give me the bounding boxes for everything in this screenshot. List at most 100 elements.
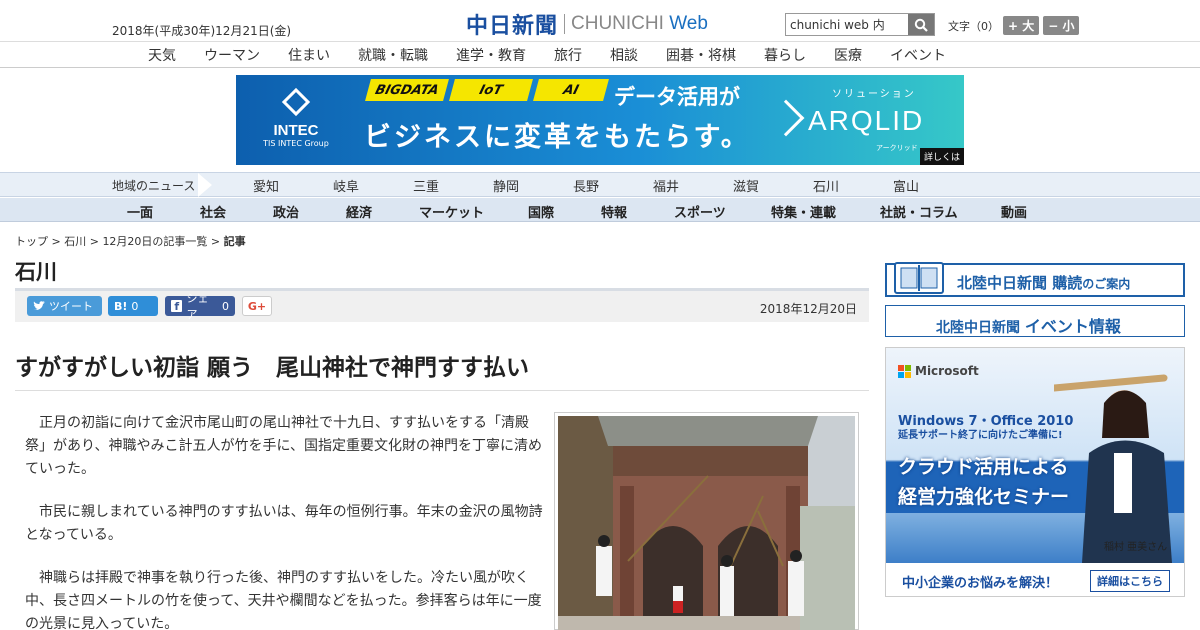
subscribe-suffix: のご案内 xyxy=(1082,277,1131,291)
breadcrumb-list[interactable]: 12月20日の記事一覧 xyxy=(102,235,207,248)
banner-product-kana: アークリッド xyxy=(876,144,918,152)
cat-editorial[interactable]: 社説・コラム xyxy=(880,202,958,221)
cat-politics[interactable]: 政治 xyxy=(273,202,299,221)
category-nav: 一面 社会 政治 経済 マーケット 国際 特報 スポーツ 特集・連載 社説・コラ… xyxy=(0,198,1200,222)
font-larger-button[interactable]: + 大 xyxy=(1003,16,1040,35)
cat-society[interactable]: 社会 xyxy=(200,202,226,221)
main-nav: 天気 ウーマン 住まい 就職・転職 進学・教育 旅行 相談 囲碁・将棋 暮らし … xyxy=(0,43,1200,68)
font-size-control: 文字（0） + 大 − 小 xyxy=(948,16,1080,35)
search-icon xyxy=(914,18,928,32)
banner-product: ARQLID xyxy=(808,105,925,136)
region-aichi[interactable]: 愛知 xyxy=(253,176,279,195)
tweet-button[interactable]: ツイート xyxy=(27,296,102,316)
top-banner-ad[interactable]: INTEC TIS INTEC Group BIGDATA IoT AI データ… xyxy=(236,75,964,165)
search-input[interactable] xyxy=(786,14,908,35)
breadcrumb: トップ > 石川 > 12月20日の記事一覧 > 記事 xyxy=(15,233,246,249)
nav-travel[interactable]: 旅行 xyxy=(554,45,582,65)
logo-chunichi: CHUNICHI xyxy=(571,13,664,34)
microsoft-squares-icon xyxy=(898,364,911,378)
nav-education[interactable]: 進学・教育 xyxy=(456,45,526,65)
region-mie[interactable]: 三重 xyxy=(413,176,439,195)
banner-chevron-icon xyxy=(767,99,805,137)
nav-go-shogi[interactable]: 囲碁・将棋 xyxy=(666,45,736,65)
breadcrumb-sep: > xyxy=(86,235,103,248)
breadcrumb-top[interactable]: トップ xyxy=(15,235,48,248)
ad-brand: Microsoft xyxy=(915,364,979,378)
cat-front[interactable]: 一面 xyxy=(127,202,153,221)
banner-tag-ai: AI xyxy=(533,79,609,101)
cat-economy[interactable]: 経済 xyxy=(346,202,372,221)
nav-weather[interactable]: 天気 xyxy=(148,45,176,65)
breadcrumb-section[interactable]: 石川 xyxy=(64,235,86,248)
search-button[interactable] xyxy=(908,14,934,35)
cat-market[interactable]: マーケット xyxy=(419,202,484,221)
banner-more-button[interactable]: 詳しくは xyxy=(919,148,964,165)
nav-woman[interactable]: ウーマン xyxy=(204,45,260,65)
subscribe-banner[interactable]: 北陸中日新聞 購読のご案内 xyxy=(885,262,1185,297)
region-shiga[interactable]: 滋賀 xyxy=(733,176,759,195)
ad-line2: 延長サポート終了に向けたご準備に! xyxy=(898,430,1063,441)
region-arrow-icon xyxy=(198,173,212,197)
ad-bottom-text: 中小企業のお悩みを解決！ xyxy=(902,576,1059,591)
logo-japanese: 中日新聞 xyxy=(466,13,559,39)
event-paper-name: 北陸中日新聞 xyxy=(936,320,1020,336)
facebook-icon: f xyxy=(171,300,183,313)
share-bar: ツイート B! 0 f シェア 0 G+ 2018年12月20日 xyxy=(15,288,869,322)
ad-more-button[interactable]: 詳細はこちら xyxy=(1090,570,1170,592)
page: 2018年(平成30年)12月21日(金) 中日新聞 CHUNICHI Web … xyxy=(0,0,1200,630)
site-logo[interactable]: 中日新聞 CHUNICHI Web xyxy=(466,8,708,40)
logo-english: CHUNICHI Web xyxy=(571,13,708,35)
article-paragraph: 正月の初詣に向けて金沢市尾山町の尾山神社で十九日、すす払いをする「清殿祭」があり… xyxy=(25,415,543,477)
banner-tag-bigdata: BIGDATA xyxy=(365,79,449,101)
subscribe-paper-name: 北陸中日新聞 xyxy=(957,274,1048,292)
font-smaller-button[interactable]: − 小 xyxy=(1043,16,1080,35)
site-search xyxy=(785,13,935,36)
microsoft-logo: Microsoft xyxy=(898,364,979,378)
hatena-icon: B! xyxy=(114,299,128,313)
region-nagano[interactable]: 長野 xyxy=(573,176,599,195)
ad-line3: クラウド活用による xyxy=(898,456,1069,478)
article-headline: すがすがしい初詣 願う 尾山神社で神門すす払い xyxy=(15,355,530,381)
article-date: 2018年12月20日 xyxy=(759,302,857,316)
banner-intec-logo: INTEC TIS INTEC Group xyxy=(236,75,356,165)
cat-special-report[interactable]: 特報 xyxy=(601,202,627,221)
google-plus-button[interactable]: G+ xyxy=(242,296,272,316)
nav-housing[interactable]: 住まい xyxy=(288,45,330,65)
twitter-bird-icon xyxy=(33,301,45,310)
cat-international[interactable]: 国際 xyxy=(528,202,554,221)
nav-event[interactable]: イベント xyxy=(890,45,946,65)
article-photo[interactable] xyxy=(554,412,859,630)
region-gifu[interactable]: 岐阜 xyxy=(333,176,359,195)
section-title: 石川 xyxy=(15,260,57,284)
article-paragraph: 市民に親しまれている神門のすす払いは、毎年の恒例行事。年末の金沢の風物詩となって… xyxy=(25,504,543,543)
banner-line2: ビジネスに変革をもたらす。 xyxy=(364,122,751,153)
shrine-gate-photo xyxy=(558,416,855,630)
hatena-bookmark-button[interactable]: B! 0 xyxy=(108,296,158,316)
region-ishikawa[interactable]: 石川 xyxy=(813,176,839,195)
cat-video[interactable]: 動画 xyxy=(1001,202,1027,221)
article-paragraph: 神職らは拝殿で神事を執り行った後、神門のすす払いをした。冷たい風が吹く中、長さ四… xyxy=(25,570,542,630)
site-header: 2018年(平成30年)12月21日(金) 中日新聞 CHUNICHI Web … xyxy=(0,0,1200,42)
banner-company: INTEC xyxy=(273,122,319,139)
region-fukui[interactable]: 福井 xyxy=(653,176,679,195)
logo-web: Web xyxy=(669,13,708,34)
banner-tag-iot: IoT xyxy=(449,79,533,101)
nav-consult[interactable]: 相談 xyxy=(610,45,638,65)
nav-jobs[interactable]: 就職・転職 xyxy=(358,45,428,65)
event-info-banner[interactable]: 北陸中日新聞 イベント情報 xyxy=(885,305,1185,337)
banner-line1: データ活用が xyxy=(614,85,740,109)
region-shizuoka[interactable]: 静岡 xyxy=(493,176,519,195)
intec-diamond-icon xyxy=(281,87,311,117)
microsoft-seminar-ad[interactable]: Microsoft Windows 7・Office 2010 延長サポート終了… xyxy=(885,347,1185,597)
cat-features[interactable]: 特集・連載 xyxy=(771,202,836,221)
facebook-share-button[interactable]: f シェア 0 xyxy=(165,292,235,321)
header-date: 2018年(平成30年)12月21日(金) xyxy=(112,24,292,38)
subscribe-text: 北陸中日新聞 購読のご案内 xyxy=(957,272,1130,293)
region-toyama[interactable]: 富山 xyxy=(893,176,919,195)
ad-line4: 経営力強化セミナー xyxy=(898,486,1070,508)
nav-medical[interactable]: 医療 xyxy=(834,45,862,65)
nav-living[interactable]: 暮らし xyxy=(764,45,806,65)
hatena-count: 0 xyxy=(131,299,139,313)
ad-bottom-bar: 中小企業のお悩みを解決！ 詳細はこちら xyxy=(886,563,1184,596)
cat-sports[interactable]: スポーツ xyxy=(674,202,726,221)
